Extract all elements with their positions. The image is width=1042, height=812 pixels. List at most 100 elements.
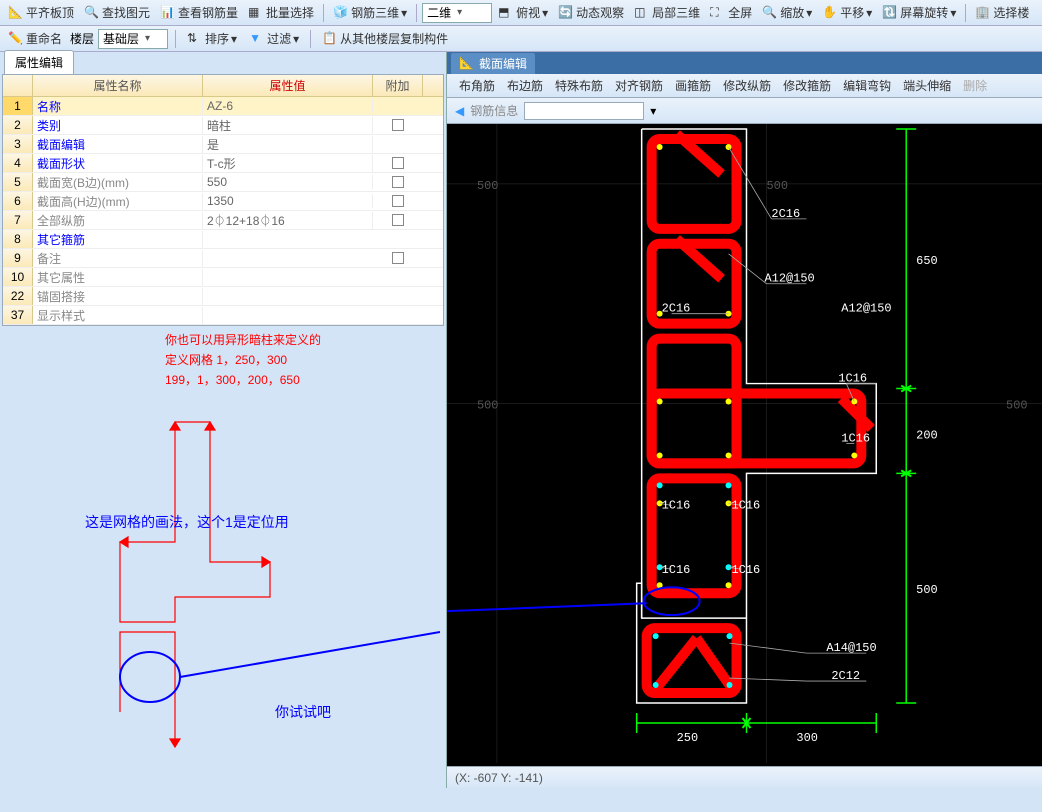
rebar-info-field[interactable]: [524, 102, 644, 120]
align-rebar-button[interactable]: 对齐钢筋: [611, 75, 667, 96]
pan-button[interactable]: ✋平移▾: [818, 2, 876, 23]
end-extend-button[interactable]: 端头伸缩: [899, 75, 955, 96]
svg-text:A12@150: A12@150: [764, 272, 814, 286]
annotation-1: 你也可以用异形暗柱来定义的 定义网格 1，250，300 199，1，300，2…: [165, 330, 321, 390]
property-row[interactable]: 4截面形状T-c形: [3, 154, 443, 173]
view-rebar-button[interactable]: 📊查看钢筋量: [156, 2, 242, 23]
svg-text:500: 500: [1006, 399, 1028, 413]
filter-button[interactable]: ▼过滤▾: [245, 28, 303, 49]
svg-text:300: 300: [796, 731, 818, 745]
property-row[interactable]: 1名称AZ-6: [3, 97, 443, 116]
svg-text:250: 250: [677, 731, 699, 745]
special-rebar-button[interactable]: 特殊布筋: [551, 75, 607, 96]
svg-text:500: 500: [916, 583, 938, 597]
orbit-button[interactable]: 🔄动态观察: [554, 2, 628, 23]
annotation-grid: 这是网格的画法，这个1是定位用: [85, 512, 289, 532]
col-name: 属性名称: [33, 75, 203, 96]
property-row[interactable]: 8其它箍筋: [3, 230, 443, 249]
corner-rebar-button[interactable]: 布角筋: [455, 75, 499, 96]
svg-text:2C16: 2C16: [771, 207, 800, 221]
property-grid: 属性名称 属性值 附加 1名称AZ-62类别暗柱3截面编辑是4截面形状T-c形5…: [2, 74, 444, 326]
checkbox[interactable]: [392, 176, 404, 188]
svg-text:2C16: 2C16: [662, 302, 691, 316]
svg-text:1C16: 1C16: [732, 498, 761, 512]
section-edit-titlebar: 📐截面编辑: [447, 52, 1042, 74]
grid-header: 属性名称 属性值 附加: [3, 75, 443, 97]
separator: [310, 30, 311, 48]
svg-text:A14@150: A14@150: [826, 641, 876, 655]
col-extra: 附加: [373, 75, 423, 96]
separator: [416, 4, 417, 22]
edit-hook-button[interactable]: 编辑弯钩: [839, 75, 895, 96]
sort-button[interactable]: ⇅排序▾: [183, 28, 241, 49]
zoom-button[interactable]: 🔍缩放▾: [758, 2, 816, 23]
local-3d-button[interactable]: ◫局部三维: [630, 2, 704, 23]
property-row[interactable]: 9备注: [3, 249, 443, 268]
svg-text:1C16: 1C16: [662, 498, 691, 512]
floor-dropdown[interactable]: 基础层: [98, 29, 168, 49]
section-edit-title: 截面编辑: [479, 55, 527, 72]
top-view-button[interactable]: ⬒俯视▾: [494, 2, 552, 23]
checkbox[interactable]: [392, 214, 404, 226]
copy-from-floor-button[interactable]: 📋从其他楼层复制构件: [318, 28, 452, 49]
rebar-info-bar: ◀ 钢筋信息 ▾: [447, 98, 1042, 124]
find-element-button[interactable]: 🔍查找图元: [80, 2, 154, 23]
separator: [175, 30, 176, 48]
rebar-info-label: 钢筋信息: [470, 102, 518, 119]
svg-text:650: 650: [916, 254, 938, 268]
align-top-button[interactable]: 📐平齐板顶: [4, 2, 78, 23]
property-row[interactable]: 3截面编辑是: [3, 135, 443, 154]
annotation-try: 你试试吧: [275, 702, 331, 722]
section-toolbar: 布角筋 布边筋 特殊布筋 对齐钢筋 画箍筋 修改纵筋 修改箍筋 编辑弯钩 端头伸…: [447, 74, 1042, 98]
svg-text:500: 500: [477, 399, 499, 413]
draw-stirrup-button[interactable]: 画箍筋: [671, 75, 715, 96]
dropdown-icon[interactable]: ▾: [650, 104, 656, 118]
batch-select-button[interactable]: ▦批量选择: [244, 2, 318, 23]
separator: [965, 4, 966, 22]
checkbox[interactable]: [392, 157, 404, 169]
svg-text:1C16: 1C16: [732, 563, 761, 577]
right-panel: 📐截面编辑 布角筋 布边筋 特殊布筋 对齐钢筋 画箍筋 修改纵筋 修改箍筋 编辑…: [446, 52, 1042, 788]
left-panel: 属性编辑 属性名称 属性值 附加 1名称AZ-62类别暗柱3截面编辑是4截面形状…: [0, 52, 446, 788]
rotate-screen-button[interactable]: 🔃屏幕旋转▾: [878, 2, 960, 23]
view-mode-dropdown[interactable]: 二维: [422, 3, 492, 23]
rebar-3d-button[interactable]: 🧊钢筋三维▾: [329, 2, 411, 23]
property-row[interactable]: 6截面高(H边)(mm)1350: [3, 192, 443, 211]
rename-button[interactable]: ✏️重命名: [4, 28, 66, 49]
edge-rebar-button[interactable]: 布边筋: [503, 75, 547, 96]
property-row[interactable]: 22+锚固搭接: [3, 287, 443, 306]
checkbox[interactable]: [392, 119, 404, 131]
modify-stirrup-button[interactable]: 修改箍筋: [779, 75, 835, 96]
sketch-overlay: [0, 332, 440, 812]
modify-long-button[interactable]: 修改纵筋: [719, 75, 775, 96]
property-row[interactable]: 37+显示样式: [3, 306, 443, 325]
property-row[interactable]: 10+其它属性: [3, 268, 443, 287]
svg-text:2C12: 2C12: [831, 669, 860, 683]
fullscreen-button[interactable]: ⛶全屏: [706, 2, 756, 23]
svg-text:A12@150: A12@150: [841, 302, 891, 316]
separator: [323, 4, 324, 22]
nav-back-icon[interactable]: ◀: [455, 104, 464, 118]
cad-canvas[interactable]: 500 500 500 500: [447, 124, 1042, 766]
property-row[interactable]: 5截面宽(B边)(mm)550: [3, 173, 443, 192]
status-bar: (X: -607 Y: -141): [447, 766, 1042, 788]
secondary-toolbar: ✏️重命名 楼层 基础层 ⇅排序▾ ▼过滤▾ 📋从其他楼层复制构件: [0, 26, 1042, 52]
delete-button[interactable]: 删除: [959, 75, 991, 96]
svg-text:1C16: 1C16: [662, 563, 691, 577]
checkbox[interactable]: [392, 252, 404, 264]
svg-text:500: 500: [766, 179, 788, 193]
property-tabstrip: 属性编辑: [0, 52, 446, 74]
property-edit-tab[interactable]: 属性编辑: [4, 50, 74, 74]
cursor-coords: (X: -607 Y: -141): [455, 771, 543, 785]
svg-text:500: 500: [477, 179, 499, 193]
svg-text:200: 200: [916, 428, 938, 442]
select-floor-button[interactable]: 🏢选择楼: [971, 2, 1033, 23]
svg-text:1C16: 1C16: [841, 431, 870, 445]
floor-label: 楼层: [70, 30, 94, 47]
main-toolbar: 📐平齐板顶 🔍查找图元 📊查看钢筋量 ▦批量选择 🧊钢筋三维▾ 二维 ⬒俯视▾ …: [0, 0, 1042, 26]
cad-svg: 500 500 500 500: [447, 124, 1042, 763]
property-row[interactable]: 2类别暗柱: [3, 116, 443, 135]
svg-text:1C16: 1C16: [838, 372, 867, 386]
checkbox[interactable]: [392, 195, 404, 207]
property-row[interactable]: 7全部纵筋2⏀12+18⏀16: [3, 211, 443, 230]
